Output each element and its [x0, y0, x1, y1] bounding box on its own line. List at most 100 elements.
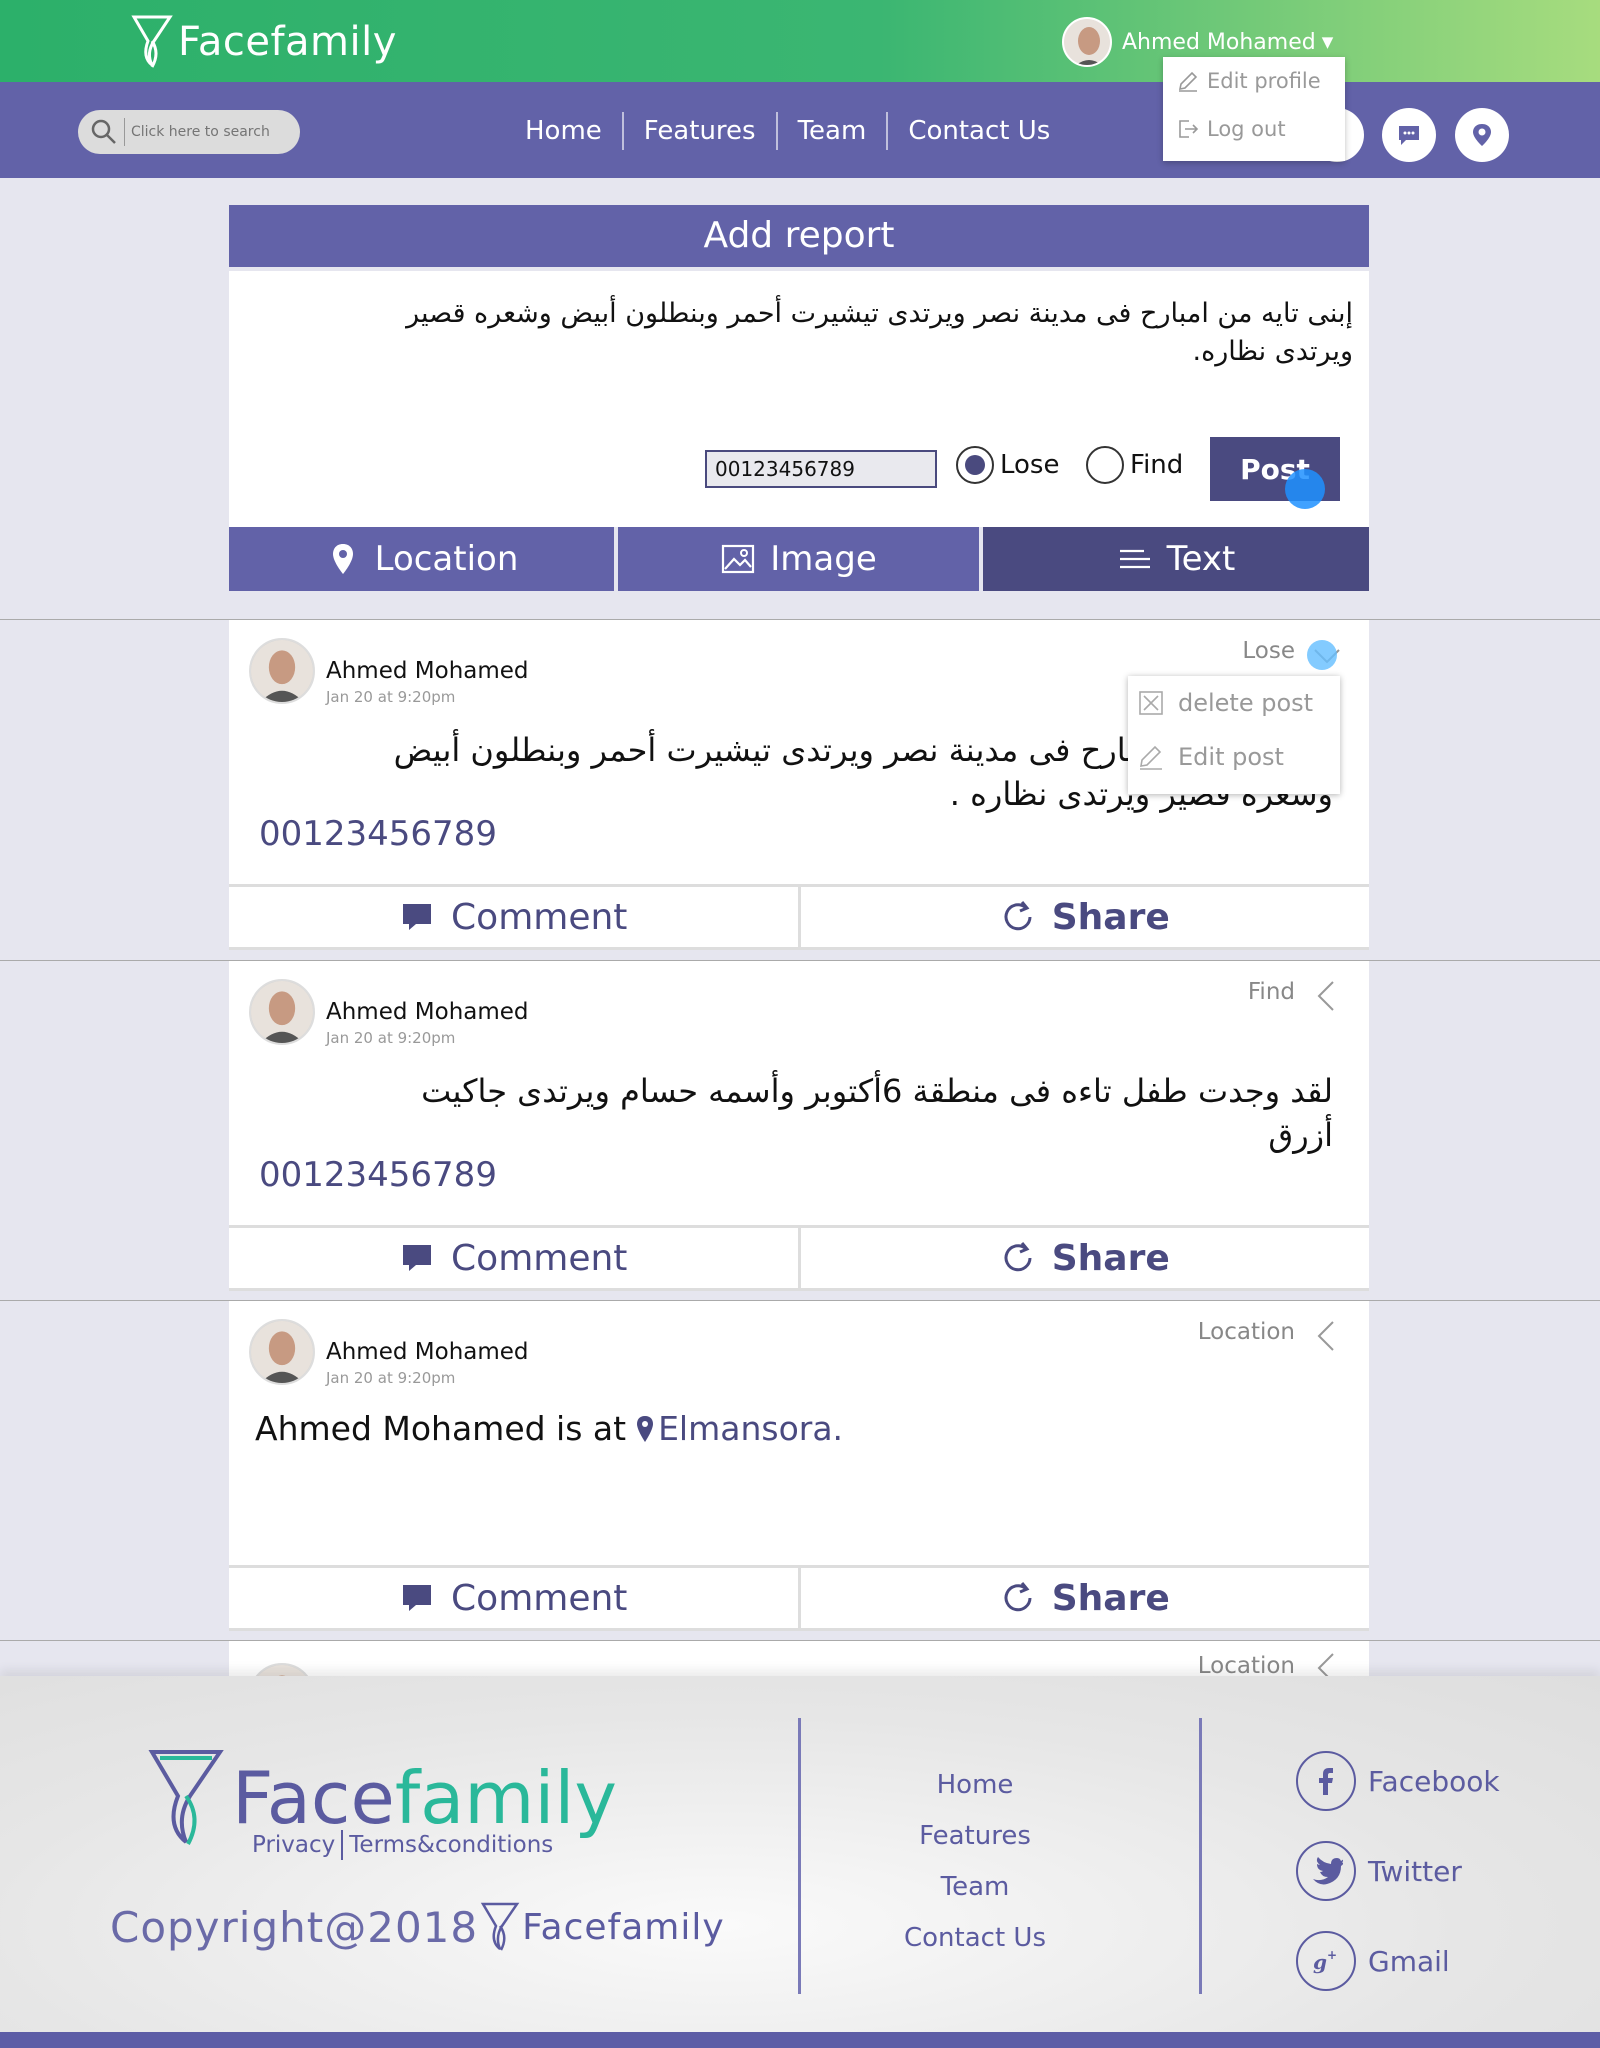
- share-refresh-icon: [1004, 1242, 1032, 1272]
- post-options-menu: delete post Edit post: [1128, 676, 1340, 794]
- top-bar: Facefamily Ahmed Mohamed ▼: [0, 0, 1600, 82]
- share-button[interactable]: Share: [797, 1565, 1369, 1631]
- radio-selected-dot: [965, 455, 985, 475]
- tab-text[interactable]: Text: [983, 527, 1369, 591]
- nav-features[interactable]: Features: [624, 116, 776, 146]
- add-report-title: Add report: [229, 205, 1369, 267]
- search-divider: [124, 118, 125, 146]
- search-input[interactable]: [131, 124, 291, 140]
- report-tabs: Location Image Text: [229, 527, 1369, 591]
- logout-icon: [1179, 120, 1199, 138]
- edit-post-item[interactable]: Edit post: [1128, 730, 1340, 784]
- comment-icon: [403, 904, 432, 930]
- edit-post-label: Edit post: [1178, 743, 1284, 771]
- image-icon: [722, 544, 755, 574]
- avatar[interactable]: [249, 638, 315, 704]
- text-lines-icon: [1119, 549, 1150, 569]
- post-card: Ahmed Mohamed Jan 20 at 9:20pm Find لقد …: [229, 961, 1369, 1291]
- brand-logo[interactable]: Facefamily: [130, 12, 397, 72]
- post-date: Jan 20 at 9:20pm: [326, 1029, 456, 1047]
- share-refresh-icon: [1004, 901, 1032, 931]
- twitter-link[interactable]: Twitter: [1296, 1826, 1500, 1916]
- radio-circle: [956, 446, 994, 484]
- location-checkin: Ahmed Mohamed is at Elmansora.: [255, 1409, 843, 1448]
- footer-link-home[interactable]: Home: [800, 1760, 1150, 1811]
- post-type-label: Lose: [1242, 638, 1295, 664]
- phone-input[interactable]: [705, 450, 937, 488]
- post-phone: 00123456789: [259, 1155, 497, 1195]
- pencil-icon: [1140, 745, 1162, 770]
- post-author[interactable]: Ahmed Mohamed: [326, 999, 529, 1025]
- footer-link-features[interactable]: Features: [800, 1811, 1150, 1862]
- comment-label: Comment: [451, 1237, 628, 1279]
- tab-location[interactable]: Location: [229, 527, 614, 591]
- post-author[interactable]: Ahmed Mohamed: [326, 1339, 529, 1365]
- tab-image[interactable]: Image: [618, 527, 979, 591]
- log-out-item[interactable]: Log out: [1163, 105, 1345, 153]
- gmail-label: Gmail: [1368, 1944, 1450, 1978]
- terms-link[interactable]: Terms&conditions: [349, 1832, 553, 1858]
- privacy-link[interactable]: Privacy: [252, 1832, 335, 1858]
- delete-post-label: delete post: [1178, 689, 1314, 717]
- comment-button[interactable]: Comment: [229, 884, 798, 950]
- nav-contact-us[interactable]: Contact Us: [888, 116, 1070, 146]
- radio-find[interactable]: Find: [1086, 446, 1183, 484]
- footer-legal-links: Privacy Terms&conditions: [252, 1830, 553, 1860]
- main-nav: Home Features Team Contact Us: [505, 112, 1070, 150]
- chevron-left-icon[interactable]: [1313, 1319, 1341, 1353]
- share-button[interactable]: Share: [797, 884, 1369, 950]
- radio-find-label: Find: [1130, 450, 1184, 480]
- svg-text:+: +: [1327, 1948, 1337, 1962]
- footer-link-contact-us[interactable]: Contact Us: [800, 1913, 1150, 1964]
- avatar: [1062, 17, 1112, 67]
- nav-bar: Home Features Team Contact Us: [0, 82, 1600, 178]
- legal-separator: [341, 1830, 344, 1860]
- edit-profile-item[interactable]: Edit profile: [1163, 57, 1345, 105]
- pointer-indicator: [1285, 469, 1325, 509]
- avatar[interactable]: [249, 979, 315, 1045]
- avatar[interactable]: [249, 1319, 315, 1385]
- nav-team[interactable]: Team: [778, 116, 887, 146]
- user-name: Ahmed Mohamed: [1122, 29, 1316, 55]
- twitter-icon: [1296, 1841, 1356, 1901]
- radio-circle: [1086, 446, 1124, 484]
- comment-button[interactable]: Comment: [229, 1225, 798, 1291]
- report-textarea[interactable]: إبنى تايه من امبارح فى مدينة نصر ويرتدى …: [373, 295, 1353, 371]
- tab-image-label: Image: [770, 539, 877, 579]
- checkin-place[interactable]: Elmansora.: [658, 1409, 843, 1448]
- post-date: Jan 20 at 9:20pm: [326, 1369, 456, 1387]
- footer-nav: Home Features Team Contact Us: [800, 1760, 1150, 1964]
- post-card: Ahmed Mohamed Jan 20 at 9:20pm Location …: [229, 1301, 1369, 1631]
- post-phone: 00123456789: [259, 814, 497, 854]
- comment-icon: [403, 1245, 432, 1271]
- post-author[interactable]: Ahmed Mohamed: [326, 658, 529, 684]
- comment-button[interactable]: Comment: [229, 1565, 798, 1631]
- share-refresh-icon: [1004, 1582, 1032, 1612]
- tab-text-label: Text: [1166, 539, 1236, 579]
- facebook-icon: [1296, 1751, 1356, 1811]
- footer-link-team[interactable]: Team: [800, 1862, 1150, 1913]
- footer-brand-name: Facefamily: [232, 1756, 618, 1840]
- user-dropdown: Edit profile Log out: [1163, 57, 1345, 161]
- facebook-link[interactable]: Facebook: [1296, 1736, 1500, 1826]
- location-button[interactable]: [1455, 108, 1509, 162]
- chat-icon: [1399, 126, 1419, 145]
- map-pin-icon: [1473, 124, 1491, 146]
- svg-text:g: g: [1313, 1950, 1327, 1974]
- post-type-label: Location: [1197, 1319, 1295, 1345]
- facefamily-logo-icon: [148, 1750, 224, 1845]
- radio-lose[interactable]: Lose: [956, 446, 1059, 484]
- pencil-icon: [1178, 71, 1198, 92]
- share-label: Share: [1051, 1237, 1170, 1279]
- nav-home[interactable]: Home: [505, 116, 622, 146]
- gmail-link[interactable]: g + Gmail: [1296, 1916, 1500, 2006]
- comment-label: Comment: [451, 896, 628, 938]
- share-button[interactable]: Share: [797, 1225, 1369, 1291]
- radio-lose-label: Lose: [1000, 450, 1060, 480]
- chevron-left-icon[interactable]: [1313, 979, 1341, 1013]
- footer: Facefamily Privacy Terms&conditions Copy…: [0, 1676, 1600, 2032]
- delete-post-item[interactable]: delete post: [1128, 676, 1340, 730]
- search-icon[interactable]: [90, 118, 118, 146]
- post-type-label: Find: [1247, 979, 1295, 1005]
- messages-button[interactable]: [1382, 108, 1436, 162]
